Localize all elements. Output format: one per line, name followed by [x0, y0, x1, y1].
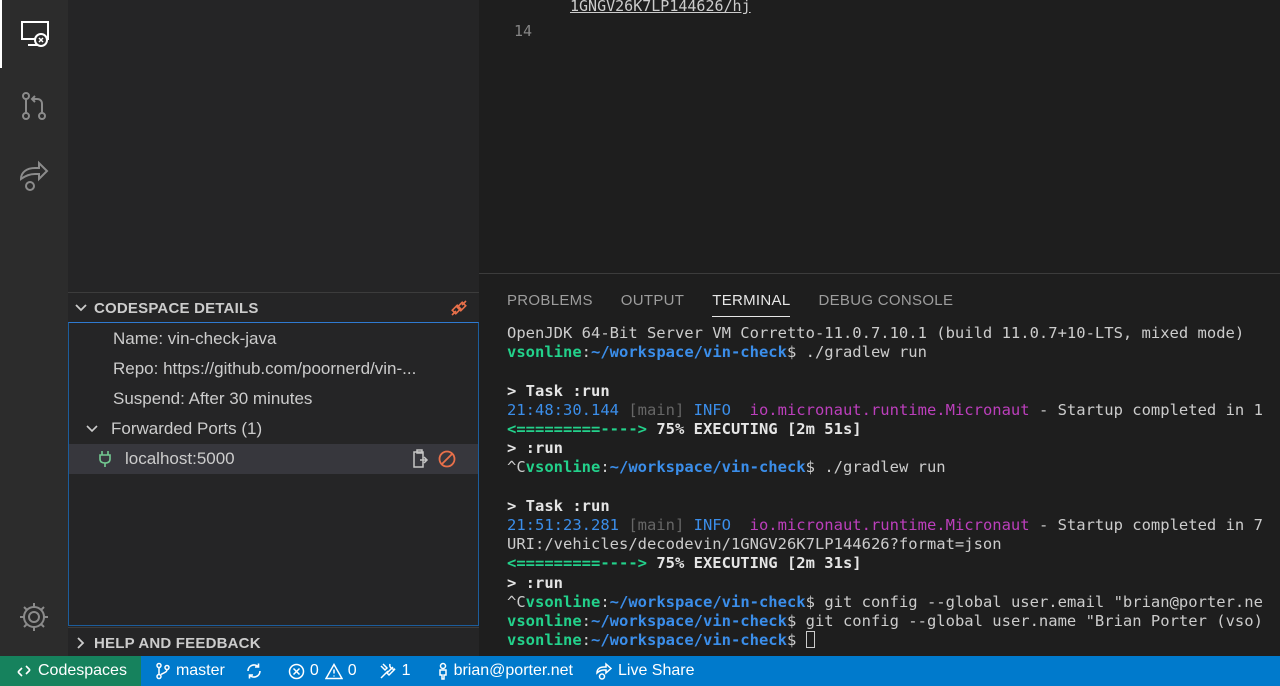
terminal-output[interactable]: OpenJDK 64-Bit Server VM Corretto-11.0.7…: [507, 324, 1280, 650]
branch-label: master: [175, 662, 225, 679]
terminal-line: > Task :run: [507, 381, 610, 400]
panel-tabs: PROBLEMS OUTPUT TERMINAL DEBUG CONSOLE: [479, 284, 953, 318]
error-icon: [288, 663, 305, 679]
tab-problems[interactable]: PROBLEMS: [507, 284, 593, 316]
live-share-status[interactable]: Live Share: [595, 662, 695, 680]
tools-icon: [380, 663, 396, 679]
editor[interactable]: 1GNGV26K7LP144626/hj 14: [479, 0, 1280, 273]
problems-indicator[interactable]: 0 0: [288, 662, 357, 680]
remote-label: Codespaces: [38, 662, 127, 679]
sync-icon: [247, 663, 261, 679]
branch-indicator[interactable]: master: [155, 662, 225, 680]
codespace-repo: Repo: https://github.com/poornerd/vin-..…: [113, 359, 417, 378]
live-share-icon: [596, 662, 613, 680]
codespace-suspend: Suspend: After 30 minutes: [113, 389, 313, 408]
terminal-line: ^Cvsonline:~/workspace/vin-check$ git co…: [507, 592, 1263, 611]
terminal-line: vsonline:~/workspace/vin-check$ ./gradle…: [507, 343, 927, 362]
editor-line-text: 1GNGV26K7LP144626/hj: [570, 0, 751, 15]
terminal-line: 21:48:30.144 [main] INFO io.micronaut.ru…: [507, 400, 1263, 419]
port-label: localhost:5000: [125, 449, 235, 468]
warning-icon: [324, 662, 343, 679]
tools-count: 1: [401, 662, 411, 679]
codespace-name: Name: vin-check-java: [113, 329, 277, 348]
terminal-line: ^Cvsonline:~/workspace/vin-check$ ./grad…: [507, 458, 946, 477]
tab-output[interactable]: OUTPUT: [621, 284, 684, 316]
terminal-line: vsonline:~/workspace/vin-check$ git conf…: [507, 612, 1263, 631]
tools-indicator[interactable]: 1: [379, 662, 411, 680]
forwarded-ports-node[interactable]: Forwarded Ports (1): [69, 414, 478, 444]
terminal-line: URI:/vehicles/decodevin/1GNGV26K7LP14462…: [507, 535, 1002, 554]
remote-indicator[interactable]: Codespaces: [0, 656, 141, 686]
source-control-button[interactable]: [0, 72, 68, 140]
help-feedback-header[interactable]: HELP AND FEEDBACK: [68, 627, 479, 658]
remote-icon: [16, 663, 32, 679]
live-share-icon: [17, 159, 51, 193]
account-indicator[interactable]: brian@porter.net: [437, 662, 573, 680]
warning-count: 0: [347, 662, 357, 679]
terminal-line: OpenJDK 64-Bit Server VM Corretto-11.0.7…: [507, 324, 1245, 342]
port-item[interactable]: localhost:5000: [69, 444, 478, 474]
tab-terminal[interactable]: TERMINAL: [712, 284, 791, 317]
activity-bar: [0, 0, 68, 656]
copy-address-icon[interactable]: [411, 449, 429, 469]
remote-explorer-button[interactable]: [0, 0, 68, 68]
terminal-line: > :run: [507, 439, 563, 458]
error-count: 0: [309, 662, 319, 679]
forwarded-ports-label: Forwarded Ports (1): [111, 419, 263, 438]
codespace-details-header[interactable]: CODESPACE DETAILS: [68, 292, 479, 323]
gear-icon: [17, 600, 51, 634]
terminal-line: > Task :run: [507, 496, 610, 515]
terminal-line: <=========----> 75% EXECUTING [2m 31s]: [507, 554, 862, 573]
codespace-details-panel: Name: vin-check-java Repo: https://githu…: [68, 322, 479, 626]
panel: PROBLEMS OUTPUT TERMINAL DEBUG CONSOLE O…: [479, 273, 1280, 657]
terminal-line: > :run: [507, 573, 563, 592]
person-icon: [438, 662, 447, 680]
plug-icon: [97, 450, 113, 468]
terminal-prompt-line: vsonline:~/workspace/vin-check$: [507, 631, 1280, 650]
tab-debug-console[interactable]: DEBUG CONSOLE: [818, 284, 953, 316]
sync-button[interactable]: [245, 662, 268, 680]
disconnect-icon[interactable]: [449, 298, 469, 318]
branch-icon: [156, 662, 170, 680]
status-bar: Codespaces master 0 0 1 brian@porter.net…: [0, 656, 1280, 686]
line-number: 14: [514, 22, 533, 40]
section-title: HELP AND FEEDBACK: [94, 634, 261, 652]
terminal-line: <=========----> 75% EXECUTING [2m 51s]: [507, 420, 862, 439]
remote-explorer-icon: [18, 17, 52, 51]
terminal-line: 21:51:23.281 [main] INFO io.micronaut.ru…: [507, 516, 1263, 535]
chevron-right-icon: [68, 636, 94, 650]
section-title: CODESPACE DETAILS: [94, 299, 259, 317]
settings-button[interactable]: [0, 583, 68, 651]
source-control-icon: [17, 89, 51, 123]
terminal-cursor: [805, 631, 815, 649]
chevron-down-icon: [68, 301, 94, 315]
account-label: brian@porter.net: [453, 662, 573, 679]
live-share-button[interactable]: [0, 142, 68, 210]
sidebar: CODESPACE DETAILS Name: vin-check-java R…: [68, 0, 479, 656]
live-share-label: Live Share: [618, 662, 695, 679]
chevron-down-icon: [85, 422, 99, 436]
stop-forwarding-icon[interactable]: [437, 449, 457, 469]
